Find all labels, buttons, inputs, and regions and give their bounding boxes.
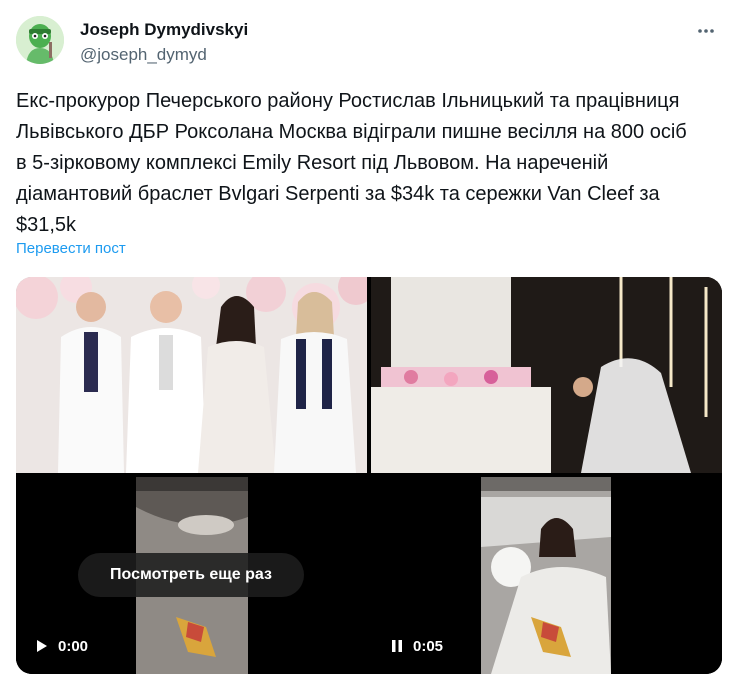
photo-group[interactable] xyxy=(16,277,367,473)
ellipsis-icon xyxy=(698,29,714,33)
media-grid: Посмотреть еще раз 0:00 0:05 xyxy=(16,277,722,674)
video1-controls[interactable]: 0:00 xyxy=(36,635,88,657)
video1-time: 0:00 xyxy=(58,637,89,655)
tweet-text: Екс-прокурор Печерського району Ростисла… xyxy=(16,90,687,236)
translate-post-link[interactable]: Перевести пост xyxy=(16,240,126,257)
tweet: Joseph Dymydivskyi @joseph_dymyd Екс-про… xyxy=(0,0,733,678)
photo-cake[interactable] xyxy=(371,277,722,473)
video-bracelet[interactable]: Посмотреть еще раз 0:00 xyxy=(16,477,367,674)
wedding-cake-image xyxy=(371,277,722,473)
replay-button[interactable]: Посмотреть еще раз xyxy=(78,553,304,597)
video2-time: 0:05 xyxy=(413,637,444,655)
more-options-button[interactable] xyxy=(689,14,723,48)
pause-icon[interactable] xyxy=(391,639,403,653)
group-photo-image xyxy=(16,277,367,473)
play-icon[interactable] xyxy=(36,639,48,653)
author-name[interactable]: Joseph Dymydivskyi xyxy=(80,20,248,40)
video-bride-car[interactable]: 0:05 xyxy=(371,477,722,674)
video2-controls[interactable]: 0:05 xyxy=(391,635,443,657)
green-cartoon-avatar-icon xyxy=(16,16,64,64)
author-handle[interactable]: @joseph_dymyd xyxy=(80,45,207,65)
avatar[interactable] xyxy=(16,16,64,64)
